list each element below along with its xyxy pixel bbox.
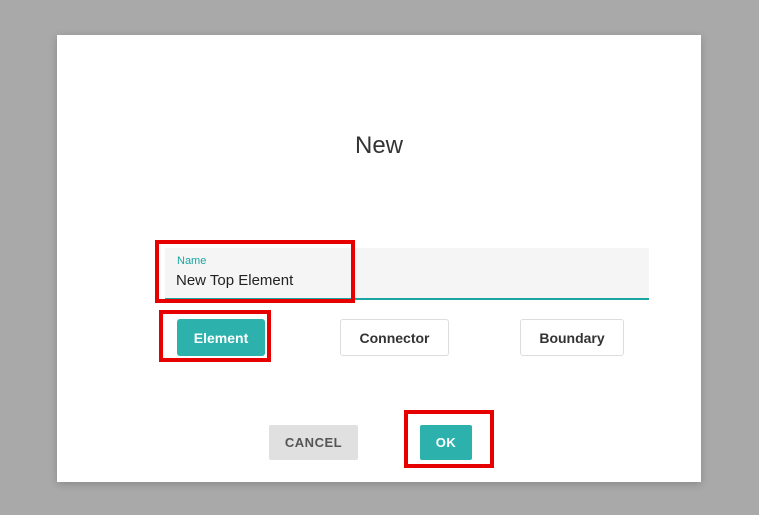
name-input-wrap[interactable]: Name xyxy=(165,248,649,300)
name-label: Name xyxy=(177,255,206,267)
name-input[interactable] xyxy=(176,272,636,289)
action-row: CANCEL OK xyxy=(57,425,701,465)
dialog-title: New xyxy=(57,132,701,160)
ok-button[interactable]: OK xyxy=(420,425,472,460)
type-connector-button[interactable]: Connector xyxy=(340,319,449,356)
new-dialog: New Name Element Connector Boundary CANC… xyxy=(57,35,701,482)
type-selector-row: Element Connector Boundary xyxy=(177,319,657,359)
type-element-button[interactable]: Element xyxy=(177,319,265,356)
cancel-button[interactable]: CANCEL xyxy=(269,425,358,460)
type-boundary-button[interactable]: Boundary xyxy=(520,319,624,356)
